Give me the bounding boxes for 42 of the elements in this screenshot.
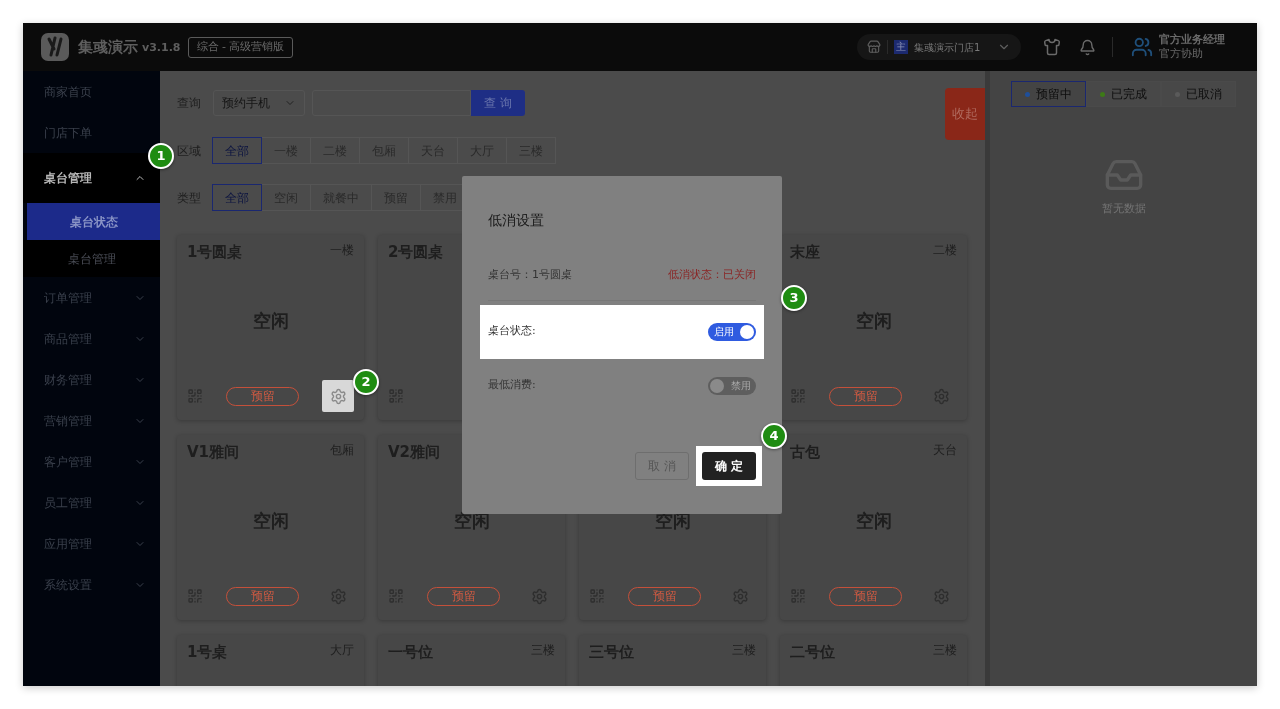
qr-code-icon[interactable] [790,388,806,404]
gear-icon [530,587,548,605]
logo-icon [40,32,70,62]
toggle-switch[interactable]: 启用 [708,322,756,341]
table-number-text: 桌台号：1号圆桌 [488,267,572,283]
bell-icon[interactable] [1079,38,1096,56]
query-button[interactable]: 查 询 [471,90,525,116]
store-selector[interactable]: 主 集彧演示门店1 [857,34,1021,60]
edition-badge: 综合 - 高级营销版 [187,36,294,58]
qr-code-icon[interactable] [589,588,605,604]
submenu-item[interactable]: 桌台管理 [23,240,160,277]
qr-code-icon[interactable] [388,588,404,604]
gear-icon [932,587,950,605]
confirm-button[interactable]: 确 定 [702,452,756,480]
app-name: 集彧演示 [78,36,138,58]
user-name: 官方业务经理 [1159,33,1225,47]
qr-code-icon[interactable] [790,588,806,604]
toggle-switch[interactable]: 禁用 [708,376,756,395]
settings-button[interactable] [322,380,354,412]
store-badge: 主 [894,40,908,54]
low-spend-status-text: 低消状态：已关闭 [668,267,756,283]
user-role: 官方协助 [1159,47,1204,61]
gear-icon [329,387,347,405]
version-label: v3.1.8 [142,40,181,57]
gear-icon [932,387,950,405]
submenu-item[interactable]: 桌台状态 [27,203,160,240]
store-icon [867,40,881,54]
qr-code-icon[interactable] [388,388,404,404]
sidebar-item[interactable]: 商家首页 [23,71,160,112]
qr-code-icon[interactable] [187,388,203,404]
setting-label: 桌台状态: [488,323,536,340]
filter-option[interactable]: 全部 [212,137,262,164]
collapse-button[interactable]: 收起 [945,88,985,140]
setting-label: 最低消费: [488,377,536,394]
shirt-icon[interactable] [1043,38,1061,56]
gear-icon [329,587,347,605]
gear-icon [731,587,749,605]
user-avatar-icon[interactable] [1131,36,1153,58]
filter-option[interactable]: 全部 [212,184,262,211]
dialog-title: 低消设置 [488,211,545,230]
search-field[interactable] [312,90,471,116]
qr-code-icon[interactable] [187,588,203,604]
